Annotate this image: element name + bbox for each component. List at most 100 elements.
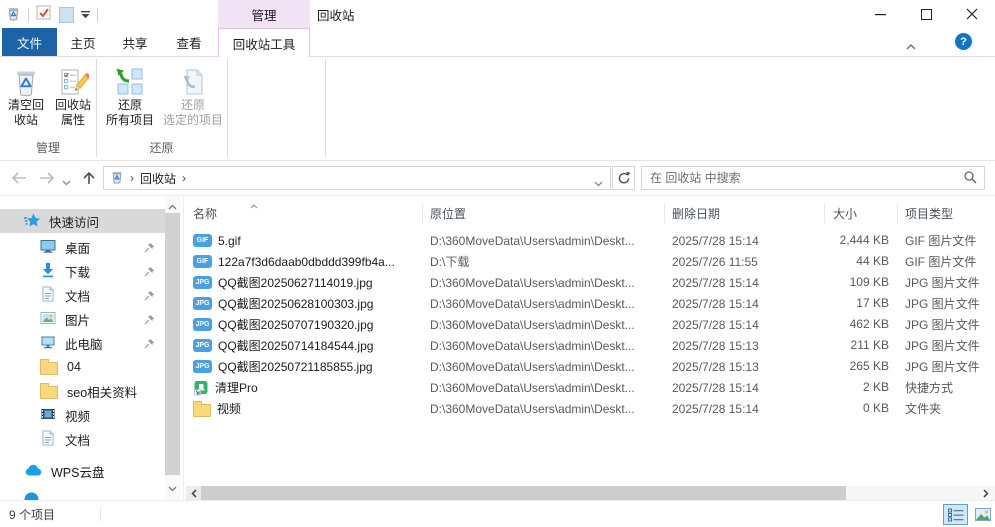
column-header-name[interactable]: 名称	[186, 196, 423, 230]
breadcrumb[interactable]: 回收站	[140, 170, 176, 187]
tab-home[interactable]: 主页	[57, 28, 109, 56]
new-folder-icon[interactable]	[59, 7, 74, 23]
jpg-file-icon: JPG	[193, 360, 212, 373]
file-size: 265 KB	[825, 356, 898, 377]
file-original-location: D:\360MoveData\Users\admin\Deskt...	[423, 402, 665, 416]
file-date-deleted: 2025/7/28 15:13	[665, 339, 825, 353]
column-header-date-deleted[interactable]: 删除日期	[665, 196, 825, 230]
file-type: 文件夹	[898, 400, 990, 417]
help-button[interactable]: ?	[955, 33, 972, 50]
maximize-button[interactable]	[903, 0, 949, 28]
sidebar-item-documents[interactable]: 文档	[0, 283, 165, 307]
table-row[interactable]: JPGQQ截图20250627114019.jpg D:\360MoveData…	[186, 272, 995, 293]
address-dropdown-chevron-icon[interactable]	[594, 176, 603, 190]
file-original-location: D:\360MoveData\Users\admin\Deskt...	[423, 360, 665, 374]
jpg-file-icon: JPG	[193, 297, 212, 310]
file-date-deleted: 2025/7/28 15:14	[665, 297, 825, 311]
tab-recycle-bin-tools[interactable]: 回收站工具	[218, 28, 310, 57]
sidebar-item-label: 04	[67, 360, 81, 374]
sidebar-item-desktop[interactable]: 桌面	[0, 235, 165, 259]
quick-access-toolbar	[6, 5, 98, 24]
sidebar-item-videos[interactable]: 视频	[0, 403, 165, 427]
sidebar-item-label: 文档	[65, 430, 90, 449]
file-type: GIF 图片文件	[898, 253, 990, 270]
restore-selected-items-button[interactable]: 还原 选定的项目	[160, 60, 226, 146]
search-icon[interactable]	[963, 170, 977, 187]
scroll-right-icon[interactable]	[979, 486, 993, 500]
minimize-button[interactable]	[857, 0, 903, 28]
search-input[interactable]	[642, 171, 963, 185]
file-date-deleted: 2025/7/28 15:14	[665, 318, 825, 332]
scroll-up-icon[interactable]	[168, 199, 177, 213]
table-row[interactable]: GIF5.gif D:\360MoveData\Users\admin\Desk…	[186, 230, 995, 251]
toolbar-separator	[97, 8, 98, 22]
table-row[interactable]: JPGQQ截图20250714184544.jpg D:\360MoveData…	[186, 335, 995, 356]
table-row[interactable]: JPGQQ截图20250707190320.jpg D:\360MoveData…	[186, 314, 995, 335]
address-box[interactable]: › 回收站 ›	[103, 166, 611, 190]
pin-icon	[144, 338, 155, 352]
sidebar-item-pictures[interactable]: 图片	[0, 307, 165, 331]
tab-view[interactable]: 查看	[161, 28, 217, 56]
folder-icon	[40, 386, 58, 399]
back-icon[interactable]	[10, 171, 28, 188]
file-name: QQ截图20250628100303.jpg	[218, 295, 373, 312]
table-row[interactable]: JPGQQ截图20250628100303.jpg D:\360MoveData…	[186, 293, 995, 314]
customize-toolbar-dropdown-icon[interactable]	[81, 8, 90, 22]
this-pc-icon	[40, 334, 56, 353]
contextual-tab-header: 管理	[218, 0, 310, 28]
sidebar-item-wps-cloud[interactable]: WPS云盘	[0, 459, 165, 483]
column-header-item-type[interactable]: 项目类型	[898, 196, 990, 230]
refresh-button[interactable]	[612, 166, 635, 190]
sidebar-item-04[interactable]: 04	[0, 355, 165, 379]
table-row[interactable]: 清理Pro D:\360MoveData\Users\admin\Deskt..…	[186, 377, 995, 398]
close-button[interactable]	[949, 0, 995, 28]
recycle-bin-icon[interactable]	[6, 6, 21, 24]
status-bar: 9 个项目	[0, 500, 995, 527]
sidebar-item-seo[interactable]: seo相关资料	[0, 379, 165, 403]
sidebar-item-documents-2[interactable]: 文档	[0, 427, 165, 451]
properties-icon	[57, 60, 89, 98]
forward-icon[interactable]	[38, 171, 56, 188]
pictures-icon	[40, 310, 56, 329]
file-size: 2,444 KB	[825, 230, 898, 251]
scrollbar-thumb[interactable]	[201, 486, 846, 500]
file-name: 清理Pro	[215, 379, 258, 396]
collapse-ribbon-icon[interactable]	[906, 39, 916, 53]
scrollbar-thumb[interactable]	[165, 213, 180, 475]
sidebar-item-label: 桌面	[65, 238, 90, 257]
empty-recycle-bin-button[interactable]: 清空回 收站	[2, 60, 50, 146]
sidebar-item-label: 视频	[65, 406, 90, 425]
column-header-original-location[interactable]: 原位置	[423, 196, 665, 230]
scroll-left-icon[interactable]	[186, 486, 201, 500]
gif-file-icon: GIF	[193, 255, 212, 268]
table-row[interactable]: JPGQQ截图20250721185855.jpg D:\360MoveData…	[186, 356, 995, 377]
file-name: 122a7f3d6daab0dbddd399fb4a...	[218, 255, 395, 269]
file-type: JPG 图片文件	[898, 274, 990, 291]
cloud-icon	[24, 492, 39, 500]
sidebar-item-partial[interactable]	[0, 489, 165, 500]
checkmark-icon[interactable]	[36, 5, 52, 24]
horizontal-scrollbar[interactable]	[186, 486, 995, 500]
sidebar-item-label: 下载	[65, 262, 90, 281]
table-row[interactable]: 视频 D:\360MoveData\Users\admin\Deskt... 2…	[186, 398, 995, 419]
sidebar-scrollbar[interactable]	[165, 196, 180, 500]
download-arrow-icon	[40, 262, 56, 281]
recycle-bin-properties-button[interactable]: 回收站 属性	[50, 60, 96, 146]
titlebar: 管理 回收站	[0, 0, 995, 28]
restore-all-items-button[interactable]: 还原 所有项目	[100, 60, 160, 146]
tab-share[interactable]: 共享	[109, 28, 161, 56]
thumbnail-view-button[interactable]	[970, 504, 995, 525]
scroll-down-icon[interactable]	[168, 481, 177, 495]
tab-file[interactable]: 文件	[2, 28, 57, 56]
file-size: 2 KB	[825, 377, 898, 398]
file-name: QQ截图20250627114019.jpg	[218, 274, 373, 291]
table-row[interactable]: GIF122a7f3d6daab0dbddd399fb4a... D:\下载 2…	[186, 251, 995, 272]
jpg-file-icon: JPG	[193, 339, 212, 352]
details-view-button[interactable]	[943, 504, 968, 525]
sidebar-item-this-pc[interactable]: 此电脑	[0, 331, 165, 355]
recent-locations-chevron-icon[interactable]	[62, 175, 71, 189]
up-icon[interactable]	[82, 170, 96, 189]
sidebar-item-downloads[interactable]: 下载	[0, 259, 165, 283]
column-header-size[interactable]: 大小	[825, 196, 898, 230]
sidebar-item-quick-access[interactable]: 快速访问	[0, 209, 165, 233]
